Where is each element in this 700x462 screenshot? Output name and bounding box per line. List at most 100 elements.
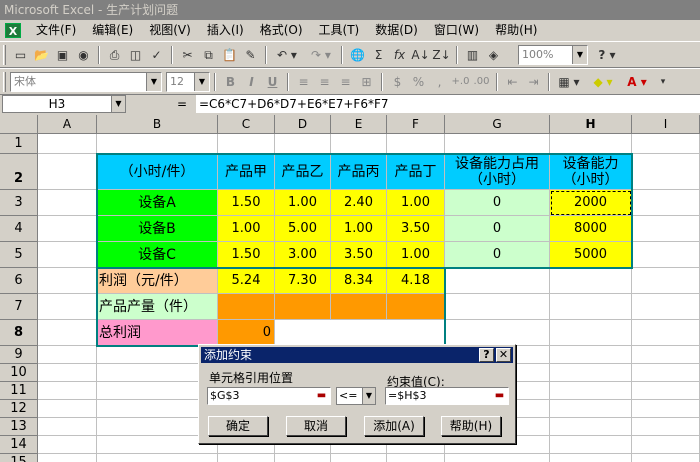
header-product-cell[interactable]: 产品甲	[218, 154, 275, 190]
menu-item[interactable]: 编辑(E)	[84, 20, 141, 41]
grid-cell[interactable]	[632, 454, 700, 462]
merge-center-icon[interactable]: ⊞	[356, 72, 377, 92]
align-center-icon[interactable]: ≡	[314, 72, 335, 92]
function-icon[interactable]: fx	[389, 45, 410, 65]
coefficient-cell[interactable]: 1.00	[387, 190, 445, 216]
row-header[interactable]: 1	[0, 134, 38, 154]
profit-label-cell[interactable]: 利润（元/件）	[97, 268, 218, 294]
grid-cell[interactable]	[38, 134, 97, 154]
currency-icon[interactable]: $	[387, 72, 408, 92]
grid-cell[interactable]	[38, 320, 97, 346]
grid-cell[interactable]	[550, 436, 632, 454]
grid-cell[interactable]	[387, 454, 445, 462]
coefficient-cell[interactable]: 1.50	[218, 190, 275, 216]
grid-cell[interactable]	[632, 134, 700, 154]
redo-icon[interactable]: ↷ ▾	[305, 45, 337, 65]
grid-cell[interactable]	[632, 320, 700, 346]
output-input-cell[interactable]	[387, 294, 445, 320]
capacity-used-cell[interactable]: 0	[445, 216, 550, 242]
grid-cell[interactable]	[38, 418, 97, 436]
permission-icon[interactable]: ◉	[73, 45, 94, 65]
coefficient-cell[interactable]: 1.00	[331, 216, 387, 242]
format-painter-icon[interactable]: ✎	[240, 45, 261, 65]
menu-item[interactable]: 视图(V)	[141, 20, 199, 41]
row-header[interactable]: 14	[0, 436, 38, 454]
chevron-down-icon[interactable]: ▼	[146, 73, 161, 91]
capacity-cell[interactable]: 8000	[550, 216, 632, 242]
menu-item[interactable]: 数据(D)	[367, 20, 426, 41]
grid-cell[interactable]	[632, 346, 700, 364]
row-header[interactable]: 13	[0, 418, 38, 436]
row-header[interactable]: 15	[0, 454, 38, 462]
grid-cell[interactable]	[38, 364, 97, 382]
grid-cell[interactable]	[632, 242, 700, 268]
help-button[interactable]: 帮助(H)	[441, 416, 501, 436]
column-header[interactable]: C	[218, 115, 275, 134]
dialog-title-bar[interactable]: 添加约束 ? ✕	[201, 347, 513, 363]
menu-item[interactable]: 格式(O)	[252, 20, 311, 41]
capacity-used-cell[interactable]: 0	[445, 190, 550, 216]
grid-cell[interactable]	[550, 454, 632, 462]
grid-cell[interactable]	[38, 454, 97, 462]
device-name-cell[interactable]: 设备A	[97, 190, 218, 216]
menu-item[interactable]: 文件(F)	[28, 20, 84, 41]
coefficient-cell[interactable]: 5.00	[275, 216, 331, 242]
header-product-cell[interactable]: 产品乙	[275, 154, 331, 190]
row-header[interactable]: 11	[0, 382, 38, 400]
open-icon[interactable]: 📂	[31, 45, 52, 65]
zoom-combo[interactable]: 100% ▼	[518, 45, 588, 65]
header-unit-cell[interactable]: （小时/件）	[97, 154, 218, 190]
underline-button[interactable]: U	[262, 72, 283, 92]
formula-input[interactable]: =C6*C7+D6*D7+E6*E7+F6*F7	[196, 95, 700, 113]
coefficient-cell[interactable]: 1.00	[218, 216, 275, 242]
grid-cell[interactable]	[331, 454, 387, 462]
grid-cell[interactable]	[632, 418, 700, 436]
font-combo[interactable]: 宋体 ▼	[10, 72, 162, 92]
print-icon[interactable]: ⎙	[104, 45, 125, 65]
toolbar-grip[interactable]	[3, 45, 6, 65]
excel-icon[interactable]: X	[5, 23, 21, 38]
chart-wizard-icon[interactable]: ▥	[462, 45, 483, 65]
grid-cell[interactable]	[632, 382, 700, 400]
grid-cell[interactable]	[38, 154, 97, 190]
grid-cell[interactable]	[218, 454, 275, 462]
grid-cell[interactable]	[632, 190, 700, 216]
device-name-cell[interactable]: 设备B	[97, 216, 218, 242]
operator-select[interactable]: <= ▼	[336, 387, 376, 405]
grid-cell[interactable]	[632, 294, 700, 320]
decrease-decimal-icon[interactable]: .00	[471, 72, 492, 92]
capacity-used-cell[interactable]: 0	[445, 242, 550, 268]
column-header[interactable]: I	[632, 115, 700, 134]
grid-cell[interactable]	[38, 436, 97, 454]
grid-cell[interactable]	[550, 268, 632, 294]
percent-button[interactable]: %	[408, 72, 429, 92]
grid-cell[interactable]	[632, 400, 700, 418]
grid-cell[interactable]	[445, 294, 550, 320]
output-input-cell[interactable]	[218, 294, 275, 320]
row-header[interactable]: 2	[0, 154, 38, 190]
grid-cell[interactable]	[275, 454, 331, 462]
grid-cell[interactable]	[632, 364, 700, 382]
grid-cell[interactable]	[97, 134, 218, 154]
row-header[interactable]: 12	[0, 400, 38, 418]
constraint-input[interactable]: =$H$3 ▬	[385, 387, 509, 405]
row-header[interactable]: 3	[0, 190, 38, 216]
column-header[interactable]: E	[331, 115, 387, 134]
output-label-cell[interactable]: 产品产量（件）	[97, 294, 218, 320]
add-button[interactable]: 添加(A)	[364, 416, 424, 436]
grid-cell[interactable]	[632, 216, 700, 242]
coefficient-cell[interactable]: 1.00	[387, 242, 445, 268]
align-right-icon[interactable]: ≡	[335, 72, 356, 92]
italic-button[interactable]: I	[241, 72, 262, 92]
decrease-indent-icon[interactable]: ⇤	[502, 72, 523, 92]
align-left-icon[interactable]: ≡	[293, 72, 314, 92]
row-header[interactable]: 8	[0, 320, 38, 346]
menu-item[interactable]: 窗口(W)	[426, 20, 487, 41]
grid-cell[interactable]	[550, 364, 632, 382]
increase-decimal-icon[interactable]: +.0	[450, 72, 471, 92]
copy-icon[interactable]: ⧉	[198, 45, 219, 65]
grid-cell[interactable]	[38, 268, 97, 294]
grid-cell[interactable]	[550, 382, 632, 400]
increase-indent-icon[interactable]: ⇥	[523, 72, 544, 92]
grid-cell[interactable]	[445, 454, 550, 462]
